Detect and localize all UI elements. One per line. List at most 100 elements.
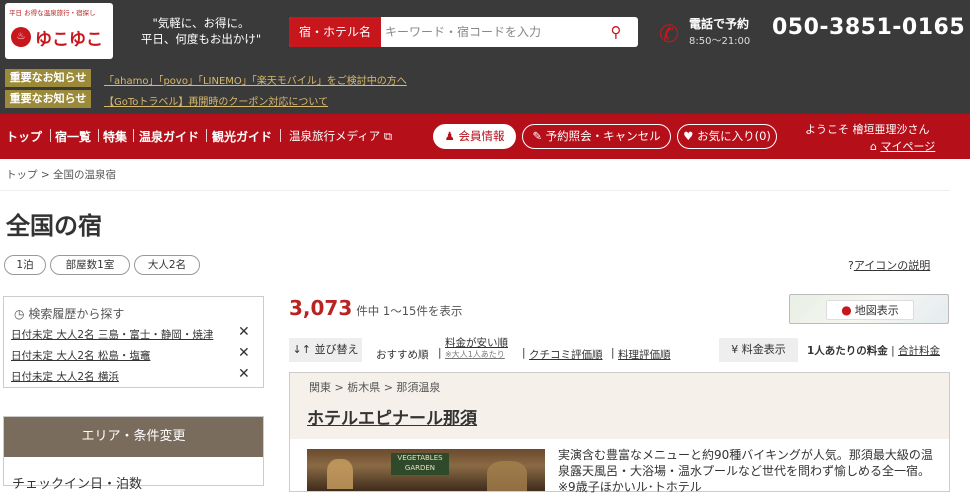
clock-icon: ◷ (14, 307, 25, 321)
sort-recommended: おすすめ順 (376, 349, 429, 361)
search-icon[interactable]: ⚲ (605, 22, 627, 42)
search-history-title-label: 検索履歴から探す (28, 307, 125, 321)
sort-button[interactable]: ↓↑ 並び替え (289, 338, 362, 362)
sort-cuisine[interactable]: 料理評価順 (618, 347, 671, 362)
chip-rooms[interactable]: 部屋数1室 (50, 255, 130, 275)
favorites-button[interactable]: ♥ お気に入り(0) (677, 124, 777, 149)
price-per-person[interactable]: 1人あたりの料金 (807, 345, 888, 357)
nav-item-media[interactable]: 温泉旅行メディア ⧉ (289, 128, 392, 144)
price-display-button[interactable]: ¥ 料金表示 (719, 338, 798, 362)
user-icon: ♟ (444, 129, 455, 143)
logo-tagline: 平日 お得な温泉旅行・宿探し (9, 9, 96, 17)
nav-divider (206, 129, 207, 142)
catchphrase: "気軽に、お得に。 平日、何度もお出かけ" (126, 15, 276, 47)
nav-item-features[interactable]: 特集 (103, 128, 127, 145)
remove-history-icon[interactable]: ✕ (238, 324, 250, 340)
notice-area: 重要なお知らせ 「ahamo」「povo」「LINEMO」「楽天モバイル」をご検… (0, 65, 970, 114)
notice-badge: 重要なお知らせ (5, 69, 91, 87)
phone-icon: ✆ (658, 20, 680, 48)
home-icon: ⌂ (870, 140, 877, 153)
external-link-icon: ⧉ (383, 129, 393, 143)
map-pin-icon: ● (841, 303, 852, 317)
search-history-panel: ◷ 検索履歴から探す 日付未定 大人2名 三島・富士・静岡・焼津 ✕ 日付未定 … (3, 296, 264, 388)
sort-separator: | (611, 347, 615, 359)
hotel-card: 関東 > 栃木県 > 那須温泉 ホテルエピナール那須 VEGETABLES GA… (289, 372, 950, 494)
sort-cheapest[interactable]: 料金が安い順 (445, 335, 508, 350)
catchphrase-line2: 平日、何度もお出かけ" (140, 32, 262, 46)
result-count-text: 件中 1～15件を表示 (356, 304, 463, 318)
yen-icon: ¥ (731, 343, 739, 356)
icon-help-label: アイコンの説明 (853, 259, 931, 272)
chip-nights[interactable]: 1泊 (4, 255, 46, 275)
nav-divider (133, 129, 134, 142)
map-view-inner: ● 地図表示 (826, 300, 914, 320)
mypage-label: マイページ (880, 140, 936, 153)
icon-help-link[interactable]: ?アイコンの説明 (848, 257, 930, 273)
reservation-icon: ✎ (532, 129, 542, 143)
hotel-photo[interactable]: VEGETABLES GARDEN (307, 449, 545, 491)
price-mode-toggle: 1人あたりの料金 | 合計料金 (807, 345, 941, 357)
area-condition-panel: エリア・条件変更 チェックイン日・泊数 (3, 416, 264, 492)
member-info-button[interactable]: ♟ 会員情報 (433, 124, 516, 149)
hotel-name-link[interactable]: ホテルエピナール那須 (307, 404, 477, 429)
nav-media-label: 温泉旅行メディア (289, 129, 381, 143)
site-logo[interactable]: 平日 お得な温泉旅行・宿探し ♨ ゆこゆこ (5, 3, 113, 59)
main-nav: トップ 宿一覧 特集 温泉ガイド 観光ガイド 温泉旅行メディア ⧉ ♟ 会員情報… (0, 114, 970, 159)
catchphrase-line1: "気軽に、お得に。 (152, 16, 250, 30)
nav-item-sightseeing-guide[interactable]: 観光ガイド (212, 128, 272, 145)
map-view-button[interactable]: ● 地図表示 (789, 294, 949, 324)
price-total[interactable]: 合計料金 (898, 345, 940, 357)
notice-row: 重要なお知らせ 【GoToトラベル】再開時のクーポン対応について (0, 90, 970, 110)
history-item[interactable]: 日付未定 大人2名 三島・富士・静岡・焼津 (11, 327, 213, 342)
sort-cheapest-note[interactable]: ※大人1人あたり (445, 349, 505, 360)
price-display-label: 料金表示 (741, 343, 786, 356)
hotel-location-breadcrumb[interactable]: 関東 > 栃木県 > 那須温泉 (309, 379, 440, 395)
notice-row: 重要なお知らせ 「ahamo」「povo」「LINEMO」「楽天モバイル」をご検… (0, 69, 970, 89)
search-bar: 宿・ホテル名 ⚲ (289, 17, 638, 47)
mypage-link[interactable]: ⌂ マイページ (870, 138, 935, 154)
history-item[interactable]: 日付未定 大人2名 横浜 (11, 369, 119, 384)
welcome-text: ようこそ 檜垣亜理沙さん (805, 123, 930, 136)
sort-separator: | (438, 347, 442, 359)
divider (0, 190, 950, 191)
search-history-title: ◷ 検索履歴から探す (14, 305, 124, 322)
phone-label: 電話で予約 (689, 17, 750, 31)
member-info-label: 会員情報 (458, 129, 505, 143)
page-title: 全国の宿 (6, 212, 102, 240)
photo-sign: VEGETABLES GARDEN (391, 453, 449, 475)
nav-item-top[interactable]: トップ (6, 128, 42, 145)
phone-number[interactable]: 050-3851-0165 (772, 15, 965, 40)
search-category-select[interactable]: 宿・ホテル名 (289, 17, 381, 47)
photo-decoration (327, 459, 353, 489)
notice-badge: 重要なお知らせ (5, 90, 91, 108)
photo-decoration (487, 461, 527, 491)
hotel-card-header: 関東 > 栃木県 > 那須温泉 ホテルエピナール那須 (290, 373, 949, 439)
notice-link[interactable]: 「ahamo」「povo」「LINEMO」「楽天モバイル」をご検討中の方へ (104, 72, 407, 87)
site-header: 平日 お得な温泉旅行・宿探し ♨ ゆこゆこ "気軽に、お得に。 平日、何度もお出… (0, 0, 970, 65)
history-item[interactable]: 日付未定 大人2名 松島・塩竈 (11, 348, 150, 363)
reservation-label: 予約照会・キャンセル (545, 129, 661, 143)
favorites-label: お気に入り(0) (697, 129, 771, 143)
nav-item-hotel-list[interactable]: 宿一覧 (55, 128, 91, 145)
remove-history-icon[interactable]: ✕ (238, 345, 250, 361)
breadcrumb[interactable]: トップ > 全国の温泉宿 (6, 167, 116, 182)
result-count-number: 3,073 (289, 296, 353, 320)
result-count: 3,073 件中 1～15件を表示 (289, 296, 462, 320)
sort-separator: | (522, 347, 526, 359)
chip-guests[interactable]: 大人2名 (134, 255, 200, 275)
notice-link[interactable]: 【GoToトラベル】再開時のクーポン対応について (104, 93, 328, 108)
area-condition-header: エリア・条件変更 (4, 417, 263, 457)
phone-hours: 8:50～21:00 (689, 36, 751, 47)
logo-mark-icon: ♨ (11, 27, 31, 47)
nav-divider (98, 129, 99, 142)
logo-text: ゆこゆこ (35, 30, 103, 50)
nav-item-onsen-guide[interactable]: 温泉ガイド (139, 128, 199, 145)
map-view-label: 地図表示 (854, 304, 899, 317)
nav-divider (50, 129, 51, 142)
hotel-description: 実演含む豊富なメニューと約90種バイキングが人気。那須最大級の温泉露天風呂・大浴… (558, 448, 933, 494)
reservation-button[interactable]: ✎ 予約照会・キャンセル (522, 124, 671, 149)
remove-history-icon[interactable]: ✕ (238, 366, 250, 382)
search-input[interactable] (385, 21, 595, 43)
sort-review[interactable]: クチコミ評価順 (529, 347, 603, 362)
nav-divider (280, 129, 281, 142)
